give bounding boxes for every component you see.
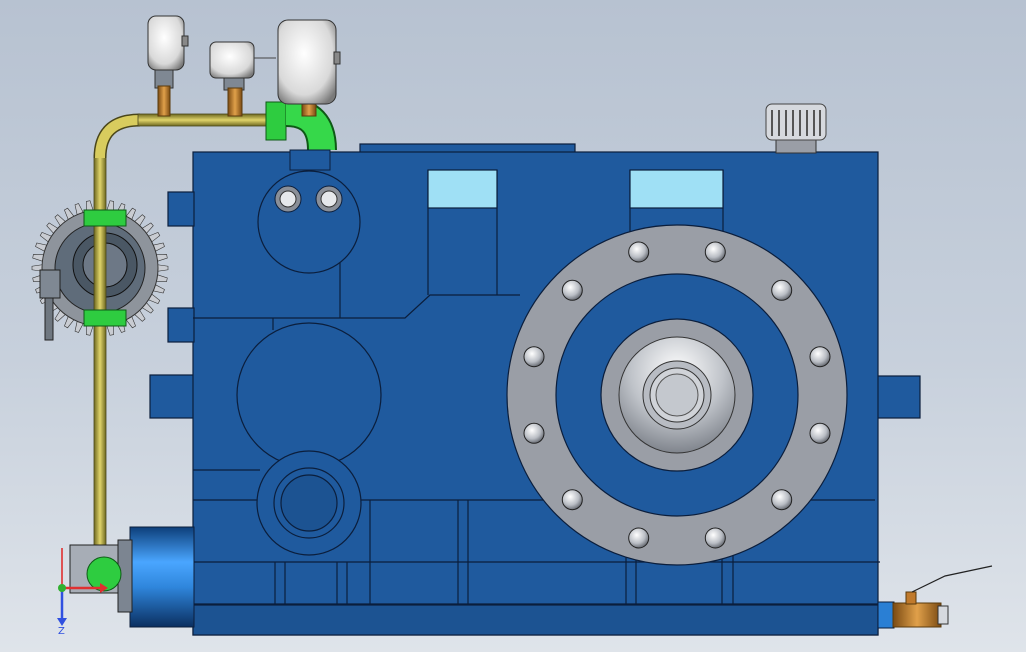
shaft-end bbox=[655, 373, 699, 417]
pipe-clamp bbox=[83, 209, 127, 227]
flange-bolt bbox=[561, 279, 583, 301]
inspection-window bbox=[427, 169, 498, 209]
gauge-dial bbox=[147, 15, 185, 71]
flange-bolt bbox=[809, 422, 831, 444]
output-shaft-stub bbox=[875, 375, 921, 419]
inspection-window bbox=[629, 169, 724, 209]
flange-bolt bbox=[628, 241, 650, 263]
pump-bracket-leg bbox=[44, 297, 54, 341]
z-axis-label: Z bbox=[58, 626, 65, 637]
bearing-boss bbox=[257, 170, 361, 274]
flange-bolt bbox=[809, 346, 831, 368]
mounting-lug bbox=[167, 191, 195, 227]
gearbox-assembly-drawing: Z bbox=[31, 15, 993, 637]
bearing-boss bbox=[236, 322, 382, 468]
flange-bolt bbox=[704, 527, 726, 549]
motor-body bbox=[129, 526, 195, 628]
flange-bolt bbox=[523, 346, 545, 368]
breather-cap[interactable] bbox=[765, 103, 827, 154]
flange-bolt bbox=[704, 241, 726, 263]
flange-bolt bbox=[561, 489, 583, 511]
output-flange[interactable] bbox=[506, 224, 848, 566]
drain-valve[interactable] bbox=[877, 565, 993, 629]
gauge-dial bbox=[209, 41, 255, 79]
flange-bolt bbox=[771, 279, 793, 301]
pipe-inlet-flange bbox=[289, 149, 331, 171]
flange-bolt bbox=[771, 489, 793, 511]
bearing-cap-inner bbox=[280, 474, 338, 532]
pressure-gauge[interactable] bbox=[277, 19, 341, 117]
y-axis-origin bbox=[58, 584, 66, 592]
flange-bolt bbox=[523, 422, 545, 444]
pipe-clamp bbox=[83, 309, 127, 327]
pipe-elbow-fitting bbox=[265, 101, 287, 141]
valve-handle bbox=[911, 565, 993, 593]
motor[interactable] bbox=[69, 526, 195, 628]
flange-bolt bbox=[628, 527, 650, 549]
gauge-dial bbox=[277, 19, 337, 105]
housing-base bbox=[192, 604, 879, 636]
input-shaft-stub bbox=[149, 374, 196, 419]
valve-body bbox=[892, 602, 942, 628]
pressure-gauge[interactable] bbox=[147, 15, 189, 117]
cad-viewport[interactable]: Z bbox=[0, 0, 1026, 652]
mounting-lug bbox=[167, 307, 195, 343]
pump-bracket bbox=[39, 269, 61, 299]
